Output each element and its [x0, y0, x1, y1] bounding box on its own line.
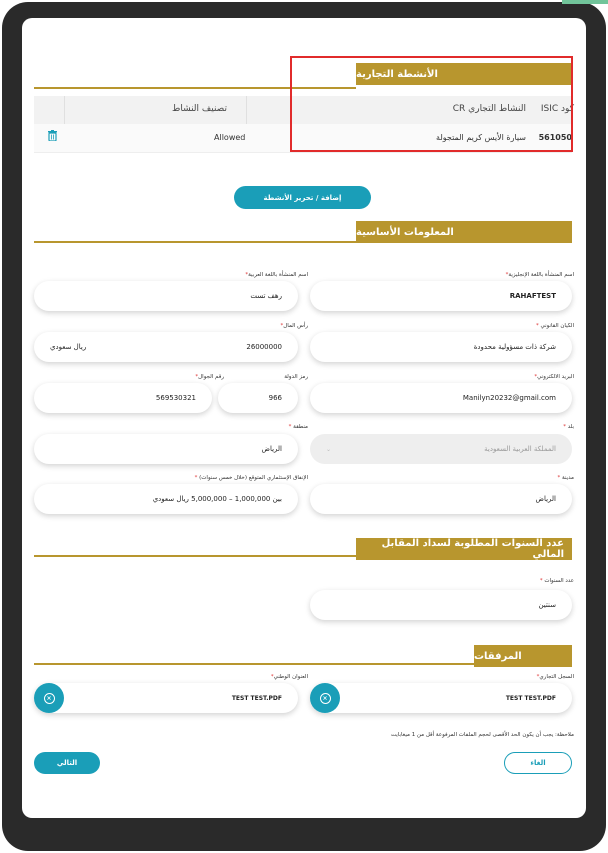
capital-field[interactable]: ريال سعودي 26000000	[34, 332, 298, 362]
address-file-field[interactable]: × TEST TEST.PDF	[34, 683, 298, 713]
years-label: عدد السنوات *	[539, 578, 574, 584]
address-label: العنوان الوطني*	[270, 674, 308, 680]
years-field[interactable]: سنتين	[310, 590, 572, 620]
cr-label: السجل التجاري*	[536, 674, 574, 680]
close-circle-icon[interactable]: ×	[310, 683, 340, 713]
section-divider	[34, 555, 356, 557]
section-title: عدد السنوات المطلوبة لسداد المقابل المال…	[381, 538, 564, 560]
name-ar-field[interactable]: رهف تست	[34, 281, 298, 311]
basic-info-header: المعلومات الأساسية	[356, 221, 572, 243]
top-accent	[562, 0, 608, 4]
capital-label: رأس المال*	[280, 323, 308, 329]
name-ar-label: اسم المنشأة باللغة العربية*	[245, 272, 308, 278]
column-divider	[246, 96, 247, 124]
file-size-note: ملاحظة: يجب أن يكون الحد الأقصى لحجم الم…	[390, 732, 574, 738]
currency-label: ريال سعودي	[50, 343, 87, 351]
section-title: المرفقات	[474, 650, 522, 662]
mobile-field[interactable]: 569530321	[34, 383, 212, 413]
investment-field[interactable]: بين 1,000,000 – 5,000,000 ريال سعودي	[34, 484, 298, 514]
email-label: البريد الالكتروني*	[534, 374, 574, 380]
region-label: منطقة *	[288, 424, 308, 430]
attachments-header: المرفقات	[474, 645, 572, 667]
capital-value: 26000000	[246, 343, 282, 351]
section-title: المعلومات الأساسية	[356, 226, 454, 238]
close-circle-icon[interactable]: ×	[34, 683, 64, 713]
city-field[interactable]: الرياض	[310, 484, 572, 514]
section-divider	[34, 663, 474, 665]
legal-entity-label: الكيان القانوني *	[535, 323, 574, 329]
mobile-label: رقم الجوال*	[195, 374, 224, 380]
section-divider	[34, 241, 356, 243]
region-field[interactable]: الرياض	[34, 434, 298, 464]
cr-file-field[interactable]: × TEST TEST.PDF	[310, 683, 572, 713]
years-header: عدد السنوات المطلوبة لسداد المقابل المال…	[356, 538, 572, 560]
name-en-label: اسم المنشأة باللغة الإنجليزية*	[505, 272, 574, 278]
country-label: بلد *	[563, 424, 574, 430]
cancel-button[interactable]: الغاء	[504, 752, 572, 774]
country-code-label: رمز الدولة	[284, 374, 308, 380]
trash-icon[interactable]	[48, 130, 57, 141]
classification-cell: Allowed	[214, 133, 246, 142]
form-card: الأنشطة التجارية كود ISIC النشاط التجاري…	[22, 18, 586, 818]
column-divider	[64, 96, 65, 124]
legal-entity-field[interactable]: شركة ذات مسؤولية محدودة	[310, 332, 572, 362]
add-edit-activities-button[interactable]: إضافة / تحرير الأنشطة	[234, 186, 371, 209]
country-code-field[interactable]: 966	[218, 383, 298, 413]
chevron-down-icon: ⌄	[326, 445, 332, 453]
highlight-box	[290, 56, 573, 152]
name-en-field[interactable]: RAHAFTEST	[310, 281, 572, 311]
classification-column-header: تصنيف النشاط	[172, 104, 227, 114]
country-field: ⌄ المملكة العربية السعودية	[310, 434, 572, 464]
email-field[interactable]: Manilyn20232@gmail.com	[310, 383, 572, 413]
city-label: مدينة *	[557, 475, 574, 481]
next-button[interactable]: التالي	[34, 752, 100, 774]
investment-label: الإنفاق الإستثماري المتوقع (خلال خمس سنو…	[194, 475, 308, 481]
